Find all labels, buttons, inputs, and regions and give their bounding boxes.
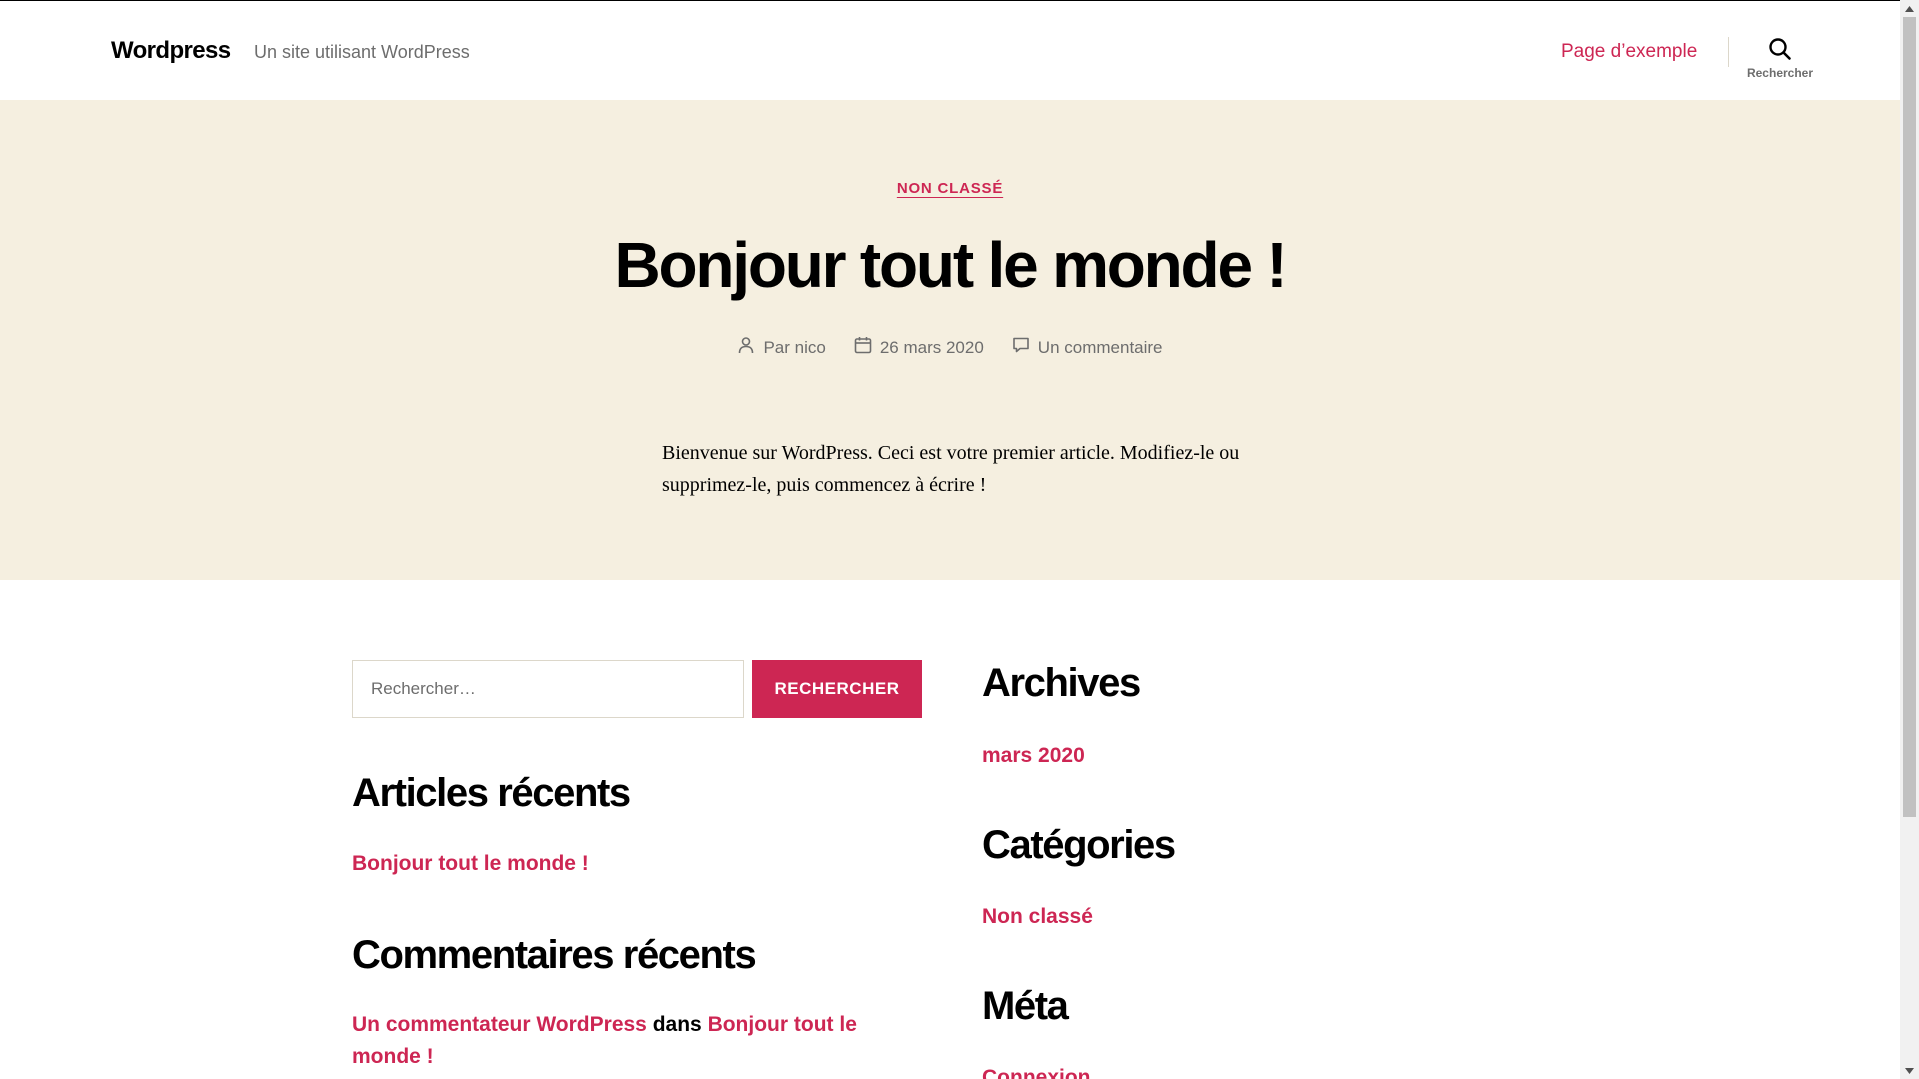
search-submit-button[interactable]: RECHERCHER — [752, 660, 922, 718]
post-date: 26 mars 2020 — [854, 336, 984, 359]
post-comments: Un commentaire — [1012, 336, 1163, 359]
recent-comment-item: Un commentateur WordPress dans Bonjour t… — [352, 1009, 892, 1073]
site-title-link[interactable]: Wordpress — [111, 37, 231, 65]
post-category: NON CLASSÉ — [0, 180, 1900, 198]
post-author-link[interactable]: Par nico — [763, 338, 825, 358]
search-icon — [1740, 37, 1820, 61]
search-form: RECHERCHER — [352, 660, 922, 718]
category-link[interactable]: NON CLASSÉ — [897, 180, 1003, 197]
category-widget-link[interactable]: Non classé — [982, 901, 1093, 933]
calendar-icon — [854, 336, 872, 359]
scroll-up-arrow-icon[interactable] — [1900, 0, 1919, 17]
recent-post-link[interactable]: Bonjour tout le monde ! — [352, 848, 589, 880]
meta-title: Méta — [982, 984, 1069, 1028]
search-toggle-label: Rechercher — [1746, 66, 1814, 80]
login-link[interactable]: Connexion — [982, 1062, 1091, 1079]
comment-author-link[interactable]: Un commentateur WordPress — [352, 1013, 647, 1036]
categories-title: Catégories — [982, 823, 1176, 867]
site-description: Un site utilisant WordPress — [254, 42, 470, 62]
recent-comments-title: Commentaires récents — [352, 933, 757, 977]
post-hero: NON CLASSÉ Bonjour tout le monde ! Par n… — [0, 100, 1900, 580]
nav-divider — [1728, 37, 1729, 67]
post-date-link[interactable]: 26 mars 2020 — [880, 338, 984, 358]
archives-title: Archives — [982, 661, 1141, 705]
search-toggle-button[interactable]: Rechercher — [1740, 31, 1820, 91]
comment-icon — [1012, 336, 1030, 359]
post-meta: Par nico 26 mars 2020 Un commentaire — [0, 336, 1900, 359]
vertical-scrollbar[interactable] — [1900, 0, 1919, 1079]
post-title: Bonjour tout le monde ! — [614, 229, 1287, 301]
post-excerpt: Bienvenue sur WordPress. Ceci est votre … — [662, 442, 1240, 496]
archive-link[interactable]: mars 2020 — [982, 740, 1085, 772]
nav-link-sample-page[interactable]: Page d’exemple — [1561, 41, 1697, 63]
scroll-down-arrow-icon[interactable] — [1900, 1062, 1919, 1079]
scrollbar-thumb[interactable] — [1903, 17, 1916, 817]
post-comments-link[interactable]: Un commentaire — [1038, 338, 1163, 358]
footer-widgets: RECHERCHER Articles récents Bonjour tout… — [0, 580, 1900, 1079]
recent-posts-title: Articles récents — [352, 771, 631, 815]
comment-connector: dans — [652, 1013, 702, 1036]
user-icon — [737, 336, 755, 359]
site-header: Wordpress Un site utilisant WordPress Pa… — [0, 1, 1900, 100]
post-author: Par nico — [737, 336, 826, 359]
search-input[interactable] — [352, 660, 744, 718]
